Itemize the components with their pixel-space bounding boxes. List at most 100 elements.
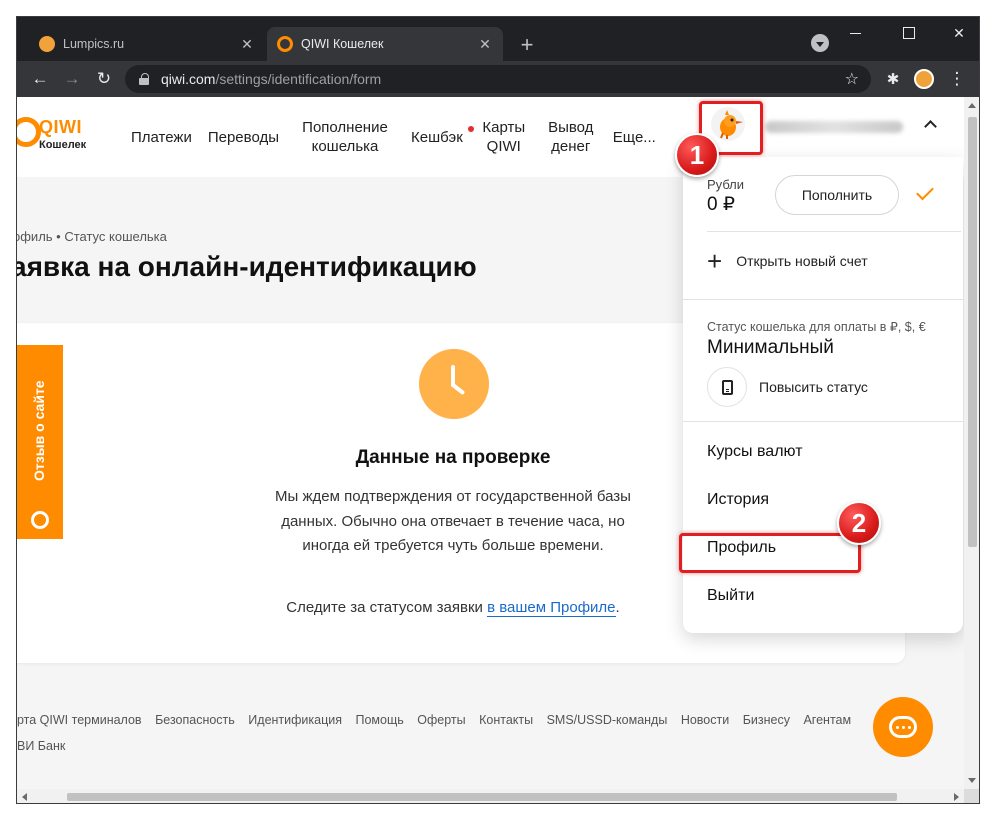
status-description: Мы ждем подтверждения от государственной… bbox=[275, 488, 631, 554]
window-close-icon[interactable]: ✕ bbox=[947, 23, 971, 43]
open-new-account-label: Открыть новый счет bbox=[736, 253, 868, 269]
chevron-up-icon[interactable] bbox=[923, 117, 937, 131]
page-title: аявка на онлайн-идентификацию bbox=[17, 251, 477, 282]
follow-end: . bbox=[615, 599, 620, 616]
checkmark-icon bbox=[916, 182, 934, 201]
url-domain: qiwi.com bbox=[161, 71, 216, 87]
follow-text: Следите за статусом заявки bbox=[286, 599, 488, 616]
maximize-icon[interactable] bbox=[897, 23, 921, 43]
menu-exchange-rates[interactable]: Курсы валют bbox=[707, 443, 803, 461]
horizontal-scrollbar[interactable] bbox=[17, 789, 964, 803]
nav-transfers[interactable]: Переводы bbox=[208, 128, 279, 147]
logo-subtitle: Кошелек bbox=[39, 139, 87, 151]
main-nav: Платежи Переводы Пополнение кошелька Кеш… bbox=[131, 117, 672, 157]
wallet-status-label: Статус кошелька для оплаты в ₽, $, € bbox=[707, 320, 926, 334]
tab-search-icon[interactable] bbox=[811, 34, 829, 52]
feedback-label: Отзыв о сайте bbox=[31, 380, 47, 481]
footer-link[interactable]: Агентам bbox=[803, 713, 851, 727]
nav-withdraw[interactable]: Вывод денег bbox=[545, 118, 597, 156]
nav-cards-label: Карты QIWI bbox=[482, 119, 526, 155]
nav-topup[interactable]: Пополнение кошелька bbox=[295, 118, 395, 156]
logo-name: QIWI bbox=[39, 117, 82, 137]
footer-link[interactable]: Бизнесу bbox=[743, 713, 790, 727]
browser-window: Lumpics.ru ✕ QIWI Кошелек ✕ + ✕ ← → ↻ qi… bbox=[16, 16, 980, 804]
address-bar[interactable]: qiwi.com/settings/identification/form ☆ bbox=[125, 65, 871, 93]
tab-strip: Lumpics.ru ✕ QIWI Кошелек ✕ + ✕ bbox=[17, 17, 979, 61]
balance-label: Рубли bbox=[707, 177, 745, 192]
notification-dot bbox=[467, 126, 474, 132]
minimize-icon[interactable] bbox=[843, 23, 867, 43]
reload-icon[interactable]: ↻ bbox=[93, 68, 115, 90]
scroll-thumb[interactable] bbox=[968, 117, 977, 547]
step-marker-1: 1 bbox=[675, 133, 719, 177]
footer-bank[interactable]: ВИ Банк bbox=[17, 739, 65, 753]
nav-more[interactable]: Еще... bbox=[613, 128, 656, 147]
footer-link[interactable]: Контакты bbox=[479, 713, 533, 727]
extensions-puzzle-icon[interactable]: ✱ bbox=[883, 69, 903, 89]
clock-icon bbox=[419, 349, 489, 419]
balance-value: 0 ₽ bbox=[707, 194, 735, 215]
profile-link[interactable]: в вашем Профиле bbox=[487, 599, 616, 617]
footer-link[interactable]: SMS/USSD-команды bbox=[547, 713, 668, 727]
topup-button[interactable]: Пополнить bbox=[775, 175, 899, 215]
lumpics-favicon-icon bbox=[39, 36, 55, 52]
step-marker-2: 2 bbox=[837, 501, 881, 545]
chat-bubble-icon bbox=[889, 716, 917, 738]
scroll-corner bbox=[964, 789, 979, 803]
raise-status-button[interactable]: Повысить статус bbox=[707, 367, 868, 407]
status-title: Данные на проверке bbox=[355, 447, 551, 468]
tab-title: Lumpics.ru bbox=[63, 37, 125, 51]
scroll-down-arrow-icon[interactable] bbox=[968, 778, 976, 783]
footer-link[interactable]: Оферты bbox=[417, 713, 465, 727]
tab-title: QIWI Кошелек bbox=[301, 37, 384, 51]
new-tab-icon[interactable]: + bbox=[513, 31, 541, 59]
menu-logout[interactable]: Выйти bbox=[707, 587, 754, 605]
tab-lumpics[interactable]: Lumpics.ru ✕ bbox=[29, 27, 265, 61]
footer-links: рта QIWI терминалов Безопасность Идентиф… bbox=[17, 713, 917, 727]
qiwi-q-icon bbox=[31, 511, 49, 529]
close-icon[interactable]: ✕ bbox=[477, 36, 493, 52]
breadcrumb[interactable]: офиль • Статус кошелька bbox=[17, 229, 167, 244]
scroll-up-arrow-icon[interactable] bbox=[968, 103, 976, 108]
profile-avatar-icon[interactable] bbox=[914, 69, 934, 89]
divider bbox=[683, 299, 963, 300]
nav-cashback[interactable]: Кешбэк bbox=[411, 128, 463, 147]
scroll-left-arrow-icon[interactable] bbox=[22, 793, 27, 801]
lock-icon[interactable] bbox=[139, 72, 151, 86]
highlight-profile bbox=[679, 533, 861, 573]
qiwi-logo-icon bbox=[17, 117, 41, 147]
url-path: /settings/identification/form bbox=[215, 71, 382, 87]
divider bbox=[707, 231, 961, 232]
footer-link[interactable]: Новости bbox=[681, 713, 729, 727]
back-arrow-icon[interactable]: ← bbox=[29, 68, 51, 90]
page-viewport: QIWI Кошелек Платежи Переводы Пополнение… bbox=[17, 97, 964, 789]
qiwi-favicon-icon bbox=[277, 36, 293, 52]
vertical-scrollbar[interactable] bbox=[964, 97, 979, 789]
footer-link[interactable]: рта QIWI терминалов bbox=[17, 713, 142, 727]
nav-payments[interactable]: Платежи bbox=[131, 128, 192, 147]
tab-qiwi[interactable]: QIWI Кошелек ✕ bbox=[267, 27, 503, 61]
qiwi-logo[interactable]: QIWI Кошелек bbox=[17, 115, 101, 161]
footer-link[interactable]: Безопасность bbox=[155, 713, 235, 727]
divider bbox=[683, 421, 963, 422]
id-card-icon bbox=[707, 367, 747, 407]
open-new-account-button[interactable]: + Открыть новый счет bbox=[707, 246, 868, 276]
raise-status-label: Повысить статус bbox=[759, 379, 868, 395]
forward-arrow-icon[interactable]: → bbox=[61, 68, 83, 90]
feedback-tab[interactable]: Отзыв о сайте bbox=[17, 345, 63, 539]
kebab-menu-icon[interactable]: ⋮ bbox=[947, 69, 967, 89]
menu-history[interactable]: История bbox=[707, 491, 769, 509]
follow-status-text: Следите за статусом заявки в вашем Профи… bbox=[237, 599, 669, 617]
plus-icon: + bbox=[707, 246, 723, 276]
scroll-right-arrow-icon[interactable] bbox=[954, 793, 959, 801]
scroll-thumb[interactable] bbox=[67, 793, 897, 801]
footer-link[interactable]: Идентификация bbox=[248, 713, 342, 727]
close-icon[interactable]: ✕ bbox=[239, 36, 255, 52]
browser-toolbar: ← → ↻ qiwi.com/settings/identification/f… bbox=[17, 61, 979, 97]
nav-cards[interactable]: Карты QIWI bbox=[467, 118, 529, 156]
footer-link[interactable]: Помощь bbox=[356, 713, 404, 727]
chat-button[interactable] bbox=[873, 697, 933, 757]
user-phone-blurred bbox=[765, 121, 903, 133]
wallet-status-value: Минимальный bbox=[707, 337, 834, 358]
bookmark-star-icon[interactable]: ☆ bbox=[845, 69, 859, 89]
